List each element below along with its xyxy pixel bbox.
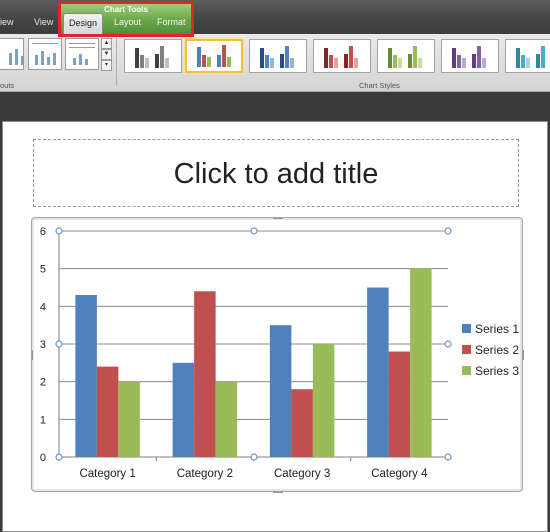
chart-styles-group-label: Chart Styles: [359, 81, 400, 90]
legend-swatch: [462, 366, 471, 375]
tab-design-label: Design: [68, 18, 97, 28]
bar: [75, 295, 97, 457]
title-placeholder-text: Click to add title: [173, 158, 379, 190]
resize-handle: [444, 340, 452, 348]
chart-layout-thumb-2[interactable]: [28, 38, 62, 70]
x-tick-label: Category 4: [371, 468, 428, 480]
chart-style-1[interactable]: [124, 39, 182, 73]
frame-grip-bottom: [273, 491, 283, 494]
legend-swatch: [462, 324, 471, 333]
gallery-more-button[interactable]: ▾: [101, 60, 112, 71]
frame-grip-top: [273, 216, 283, 219]
legend-label: Series 1: [475, 322, 519, 336]
frame-grip-left: [30, 350, 33, 360]
bar: [291, 389, 313, 457]
y-tick-label: 2: [40, 377, 46, 389]
y-tick-label: 1: [40, 414, 46, 426]
bar: [388, 351, 411, 457]
resize-handle: [55, 340, 63, 348]
tab-layout[interactable]: Layout: [114, 17, 141, 27]
resize-handle: [250, 453, 258, 461]
legend-swatch: [462, 345, 471, 354]
chart-style-3[interactable]: [249, 39, 307, 73]
ribbon-tab-bar: iew View Chart Tools Design Layout Forma…: [0, 0, 550, 34]
frame-grip-right: [522, 350, 525, 360]
bar: [312, 344, 335, 457]
chart-style-2-selected[interactable]: [185, 39, 243, 73]
bar: [194, 291, 216, 457]
bar: [215, 381, 238, 457]
bars: [75, 268, 432, 457]
bar: [410, 268, 432, 457]
resize-handle: [444, 453, 452, 461]
chart-style-4[interactable]: [313, 39, 371, 73]
chart-layout-thumb-3[interactable]: [65, 38, 99, 70]
chart-style-6[interactable]: [441, 39, 499, 73]
resize-handle: [444, 227, 452, 235]
y-tick-label: 5: [40, 264, 46, 276]
x-tick-label: Category 2: [177, 468, 233, 480]
bar: [367, 287, 389, 457]
resize-handle: [55, 227, 63, 235]
bar: [118, 381, 140, 457]
resize-handle: [55, 453, 63, 461]
x-tick-label: Category 1: [79, 468, 135, 480]
clustered-column-chart: 0 1 2 3 4 5 6 Category 1 Category 2 Category 3 Cat…: [30, 216, 525, 494]
resize-handle: [250, 227, 258, 235]
x-tick-label: Category 3: [274, 468, 330, 480]
bar: [96, 366, 119, 457]
y-tick-label: 4: [40, 301, 46, 313]
group-divider: [116, 38, 117, 86]
ribbon-design-panel: ▲ ▼ ▾ outs Chart Styles: [0, 34, 550, 92]
y-tick-label: 3: [40, 339, 46, 351]
tab-view[interactable]: View: [34, 17, 53, 27]
y-tick-label: 6: [40, 226, 46, 238]
y-tick-label: 0: [40, 452, 46, 464]
layout-gallery-scroll: ▲ ▼ ▾: [101, 38, 112, 72]
title-placeholder[interactable]: Click to add title: [33, 139, 519, 207]
chart-style-5[interactable]: [377, 39, 435, 73]
tab-design[interactable]: Design: [63, 13, 103, 34]
bar: [269, 325, 292, 457]
gallery-down-button[interactable]: ▼: [101, 49, 112, 60]
chart-layouts-group-label: outs: [0, 81, 15, 90]
gallery-up-button[interactable]: ▲: [101, 38, 112, 49]
bar: [172, 362, 195, 457]
legend: Series 1 Series 2 Series 3: [462, 322, 519, 378]
slide-canvas: Click to add title 0 1 2 3 4 5 6 Category 1 Cate…: [2, 121, 548, 532]
tab-review[interactable]: iew: [0, 17, 14, 27]
chart-layout-thumb-1[interactable]: [0, 38, 24, 70]
chart-style-7[interactable]: [505, 39, 550, 73]
tab-format[interactable]: Format: [157, 17, 186, 27]
legend-label: Series 2: [475, 343, 519, 357]
chart-object[interactable]: 0 1 2 3 4 5 6 Category 1 Category 2 Category 3 Cat…: [30, 216, 525, 494]
legend-label: Series 3: [475, 364, 519, 378]
